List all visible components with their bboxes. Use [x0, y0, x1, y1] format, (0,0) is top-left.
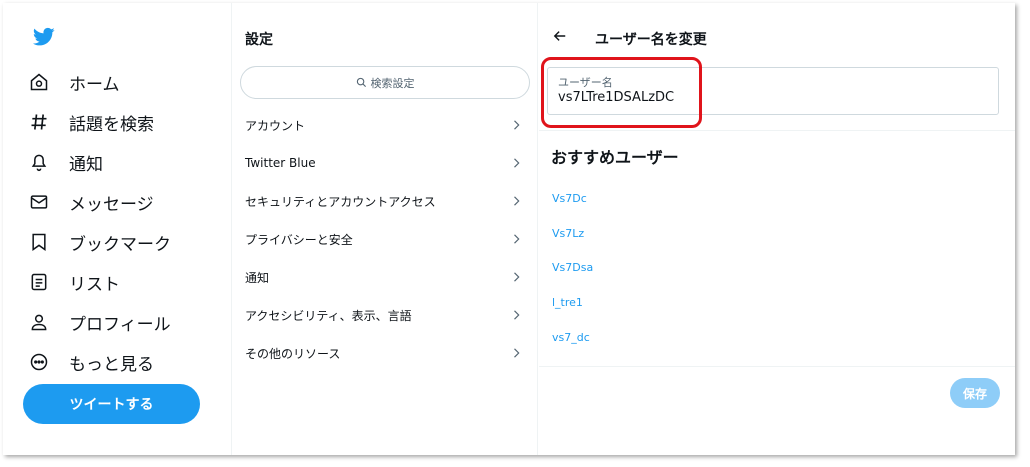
settings-item-label: その他のリソース: [245, 346, 341, 361]
primary-nav: ホーム 話題を検索 通知 メッセージ ブックマーク リスト プロフィール もっと…: [3, 3, 232, 455]
divider: [539, 130, 1015, 131]
back-arrow-icon[interactable]: [553, 29, 567, 43]
settings-item-label: セキュリティとアカウントアクセス: [245, 194, 436, 209]
search-icon: [356, 77, 367, 88]
nav-item-label: リスト: [69, 274, 120, 295]
twitter-logo-icon[interactable]: [33, 27, 55, 47]
app-window: ホーム 話題を検索 通知 メッセージ ブックマーク リスト プロフィール もっと…: [3, 3, 1015, 455]
nav-item-explore[interactable]: 話題を検索: [27, 107, 154, 137]
settings-item-twitter-blue[interactable]: Twitter Blue: [233, 145, 538, 181]
nav-item-label: もっと見る: [69, 354, 154, 375]
list-icon: [27, 270, 51, 294]
settings-item-privacy[interactable]: プライバシーと安全: [233, 221, 538, 257]
settings-search-input[interactable]: 検索設定: [240, 66, 530, 99]
settings-item-accessibility[interactable]: アクセシビリティ、表示、言語: [233, 297, 538, 333]
bell-icon: [27, 150, 51, 174]
nav-item-notifications[interactable]: 通知: [27, 147, 103, 177]
hashtag-icon: [27, 110, 51, 134]
home-icon: [27, 70, 51, 94]
settings-item-label: 通知: [245, 270, 270, 285]
settings-item-resources[interactable]: その他のリソース: [233, 335, 538, 371]
nav-item-more[interactable]: もっと見る: [27, 347, 154, 377]
person-icon: [27, 310, 51, 334]
settings-item-label: Twitter Blue: [245, 156, 316, 170]
nav-item-label: 話題を検索: [69, 114, 154, 135]
settings-item-label: アクセシビリティ、表示、言語: [245, 308, 412, 323]
tweet-button[interactable]: ツイートする: [23, 384, 200, 424]
more-icon: [27, 350, 51, 374]
chevron-right-icon: [512, 348, 522, 358]
recommended-username[interactable]: vs7_dc: [552, 331, 590, 344]
nav-item-label: 通知: [69, 154, 103, 175]
divider: [539, 366, 1015, 367]
settings-item-account[interactable]: アカウント: [233, 107, 538, 143]
recommended-username[interactable]: Vs7Dc: [552, 192, 587, 205]
nav-item-label: メッセージ: [69, 194, 154, 215]
username-field-label: ユーザー名: [558, 76, 613, 89]
nav-item-label: ホーム: [69, 74, 120, 95]
settings-item-label: アカウント: [245, 118, 306, 133]
change-username-panel: ユーザー名を変更 ユーザー名 おすすめユーザー Vs7Dc Vs7Lz Vs7D…: [539, 3, 1015, 455]
nav-item-label: ブックマーク: [69, 234, 171, 255]
settings-item-notifications[interactable]: 通知: [233, 259, 538, 295]
nav-item-lists[interactable]: リスト: [27, 267, 120, 297]
nav-item-home[interactable]: ホーム: [27, 67, 120, 97]
chevron-right-icon: [512, 196, 522, 206]
nav-item-bookmarks[interactable]: ブックマーク: [27, 227, 171, 257]
mail-icon: [27, 190, 51, 214]
chevron-right-icon: [512, 120, 522, 130]
nav-item-label: プロフィール: [69, 314, 171, 335]
search-placeholder: 検索設定: [370, 76, 415, 90]
nav-item-messages[interactable]: メッセージ: [27, 187, 154, 217]
settings-item-security[interactable]: セキュリティとアカウントアクセス: [233, 183, 538, 219]
chevron-right-icon: [512, 234, 522, 244]
chevron-right-icon: [512, 158, 522, 168]
settings-title: 設定: [245, 32, 273, 48]
save-button[interactable]: 保存: [950, 378, 1000, 408]
settings-item-label: プライバシーと安全: [245, 232, 353, 247]
settings-column: 設定 検索設定 アカウント Twitter Blue セキュリティとアカウントア…: [233, 3, 538, 455]
nav-item-profile[interactable]: プロフィール: [27, 307, 171, 337]
bookmark-icon: [27, 230, 51, 254]
username-input[interactable]: [558, 90, 858, 105]
page-title: ユーザー名を変更: [595, 32, 707, 48]
chevron-right-icon: [512, 310, 522, 320]
username-field[interactable]: ユーザー名: [547, 67, 999, 115]
recommend-title: おすすめユーザー: [551, 148, 679, 167]
recommended-username[interactable]: Vs7Dsa: [552, 261, 593, 274]
recommended-username[interactable]: l_tre1: [552, 296, 583, 309]
chevron-right-icon: [512, 272, 522, 282]
recommended-username[interactable]: Vs7Lz: [552, 227, 584, 240]
